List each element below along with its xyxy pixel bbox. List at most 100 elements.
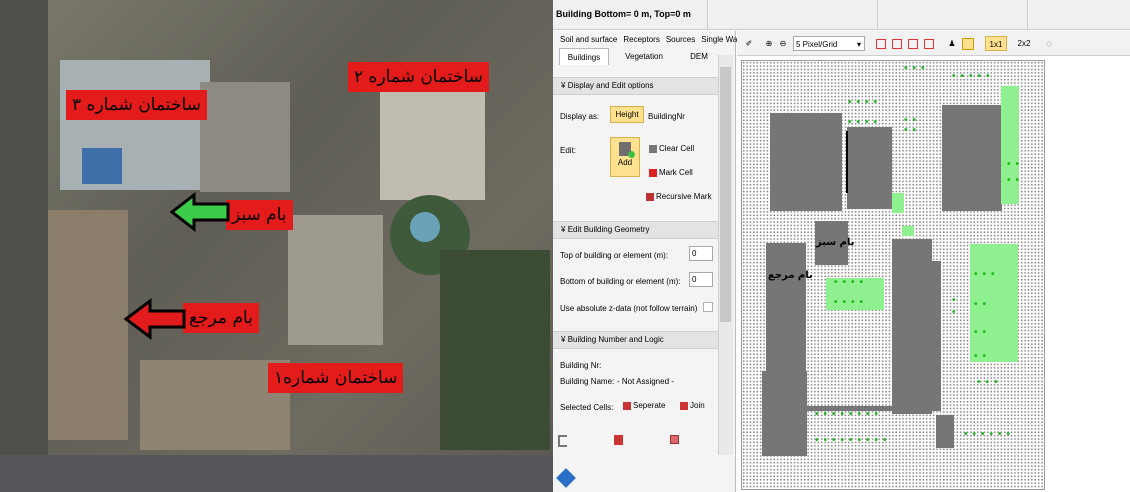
bottom-of-building-input[interactable]: 0 <box>689 272 713 287</box>
tab-soil-and-surface[interactable]: Soil and surface <box>557 31 620 48</box>
building-name-label: Building Name: <box>560 377 615 386</box>
building-1-roof <box>288 215 383 345</box>
clear-cell-button[interactable]: Clear Cell <box>649 144 694 153</box>
top-of-building-input[interactable]: 0 <box>689 246 713 261</box>
grid-vegetation <box>1001 86 1019 204</box>
figure-icon[interactable]: ♟ <box>947 36 957 51</box>
section-number-logic-header[interactable]: ¥ Building Number and Logic <box>553 331 718 349</box>
mark-cell-button[interactable]: Mark Cell <box>649 168 693 177</box>
grid-building <box>762 371 807 456</box>
red-block-icon[interactable] <box>614 435 623 445</box>
join-label: Join <box>690 401 705 410</box>
section-geometry-title: Edit Building Geometry <box>567 225 650 234</box>
satellite-photo: ساختمان شماره ۳ ساختمان شماره ۲ ساختمان … <box>0 0 553 492</box>
grid-building <box>892 361 910 406</box>
window-title-bar: Building Bottom= 0 m, Top=0 m <box>553 0 1130 30</box>
title-cell-2 <box>708 0 878 30</box>
grid-trees: •• <box>974 327 992 338</box>
seperate-button[interactable]: Seperate <box>623 401 665 410</box>
section-display-edit-header[interactable]: ¥ Display and Edit options <box>553 77 718 95</box>
fountain <box>410 212 440 242</box>
seperate-label: Seperate <box>633 401 666 410</box>
title-cell-3 <box>878 0 1028 30</box>
pool <box>82 148 122 184</box>
building-2-roof <box>380 90 485 200</box>
chevron-down-icon: ▾ <box>856 40 861 49</box>
cross-square-icon[interactable] <box>924 39 934 49</box>
grid-label-reference-roof: بام مرجع <box>768 270 813 281</box>
tab-row-bottom: Buildings Vegetation DEM <box>553 48 735 65</box>
chevron-down-icon: ¥ <box>561 81 566 90</box>
one-by-one-button[interactable]: 1x1 <box>985 36 1007 51</box>
add-building-icon <box>619 142 635 158</box>
recursive-mark-label: Recursive Mark <box>656 192 712 201</box>
grid-trees: •• <box>974 299 992 310</box>
bottom-of-building-label: Bottom of building or element (m): <box>560 277 681 286</box>
grid-trees: •• <box>904 115 922 126</box>
red-arrow-icon <box>124 298 186 340</box>
square-icon-1[interactable] <box>876 39 886 49</box>
label-building-3: ساختمان شماره ۳ <box>66 90 207 120</box>
selected-cells-label: Selected Cells: <box>560 403 614 412</box>
section-number-logic-title: Building Number and Logic <box>567 335 664 344</box>
clear-cell-label: Clear Cell <box>659 144 695 153</box>
zoom-out-icon[interactable]: ⊖ <box>777 36 789 51</box>
grid-label-green-roof: بام سبز <box>816 237 855 248</box>
grid-vegetation <box>892 193 904 213</box>
grid-building <box>770 113 842 211</box>
zoom-in-icon[interactable]: ⊕ <box>763 36 775 51</box>
grid-trees: • <box>952 307 961 318</box>
join-button[interactable]: Join <box>680 401 705 410</box>
mark-cell-label: Mark Cell <box>659 168 693 177</box>
tab-dem[interactable]: DEM <box>679 48 719 65</box>
trees-right <box>440 250 550 450</box>
clear-cell-icon <box>649 144 657 153</box>
grid-wall <box>846 131 848 193</box>
grid-trees: •••••• <box>964 429 1016 440</box>
tab-sources[interactable]: Sources <box>663 31 698 48</box>
grid-trees: ••• <box>974 269 1000 280</box>
section-geometry-header[interactable]: ¥ Edit Building Geometry <box>553 221 718 239</box>
grid-toggle-icon[interactable] <box>962 38 974 50</box>
grid-building <box>847 127 892 209</box>
label-reference-roof: بام مرجع <box>183 303 259 333</box>
grid-trees: • <box>952 295 961 306</box>
grid-trees: ••• <box>977 377 1003 388</box>
recursive-mark-button[interactable]: Recursive Mark <box>646 192 712 201</box>
join-icon <box>680 401 688 410</box>
square-icon-3[interactable] <box>908 39 918 49</box>
grid-trees: •••• <box>848 117 883 128</box>
street-bottom <box>0 455 553 492</box>
grid-building-reference-roof <box>766 243 806 373</box>
square-icon-2[interactable] <box>892 39 902 49</box>
add-button[interactable]: Add <box>610 137 640 177</box>
display-as-label: Display as: <box>560 112 600 121</box>
model-grid[interactable]: ••• ••••• •••• •••• •• •• •• •• •••• •••… <box>741 60 1045 490</box>
grid-trees: •••• <box>848 97 883 108</box>
top-of-building-label: Top of building or element (m): <box>560 251 669 260</box>
absolute-z-checkbox[interactable] <box>703 302 713 312</box>
building-info-icon[interactable] <box>558 435 567 447</box>
eraser-icon[interactable]: ◇ <box>1043 36 1055 51</box>
grid-trees: •• <box>974 351 992 362</box>
tab-vegetation[interactable]: Vegetation <box>609 48 679 65</box>
green-arrow-icon <box>170 192 230 232</box>
info-diamond-icon[interactable] <box>556 468 576 488</box>
buildingnr-button[interactable]: BuildingNr <box>648 112 685 121</box>
side-panel-scrollbar[interactable] <box>718 55 733 455</box>
zoom-select[interactable]: 5 Pixel/Grid ▾ <box>793 36 865 51</box>
grid-toolbar: ✐ ⊕ ⊖ 5 Pixel/Grid ▾ ♟ 1x1 2x2 ◇ <box>737 31 1130 56</box>
chevron-down-icon: ¥ <box>561 225 566 234</box>
height-button[interactable]: Height <box>610 106 644 123</box>
tab-buildings[interactable]: Buildings <box>559 48 609 65</box>
zoom-select-value: 5 Pixel/Grid <box>796 40 838 49</box>
add-button-label: Add <box>617 158 633 167</box>
grid-building <box>932 261 941 411</box>
recursive-mark-icon <box>646 192 654 201</box>
two-by-two-button[interactable]: 2x2 <box>1013 36 1035 51</box>
scrollbar-thumb[interactable] <box>720 67 731 322</box>
tab-receptors[interactable]: Receptors <box>620 31 662 48</box>
pick-icon[interactable]: ✐ <box>743 36 755 51</box>
delete-block-icon[interactable] <box>670 435 679 444</box>
label-building-2: ساختمان شماره ۲ <box>348 62 489 92</box>
